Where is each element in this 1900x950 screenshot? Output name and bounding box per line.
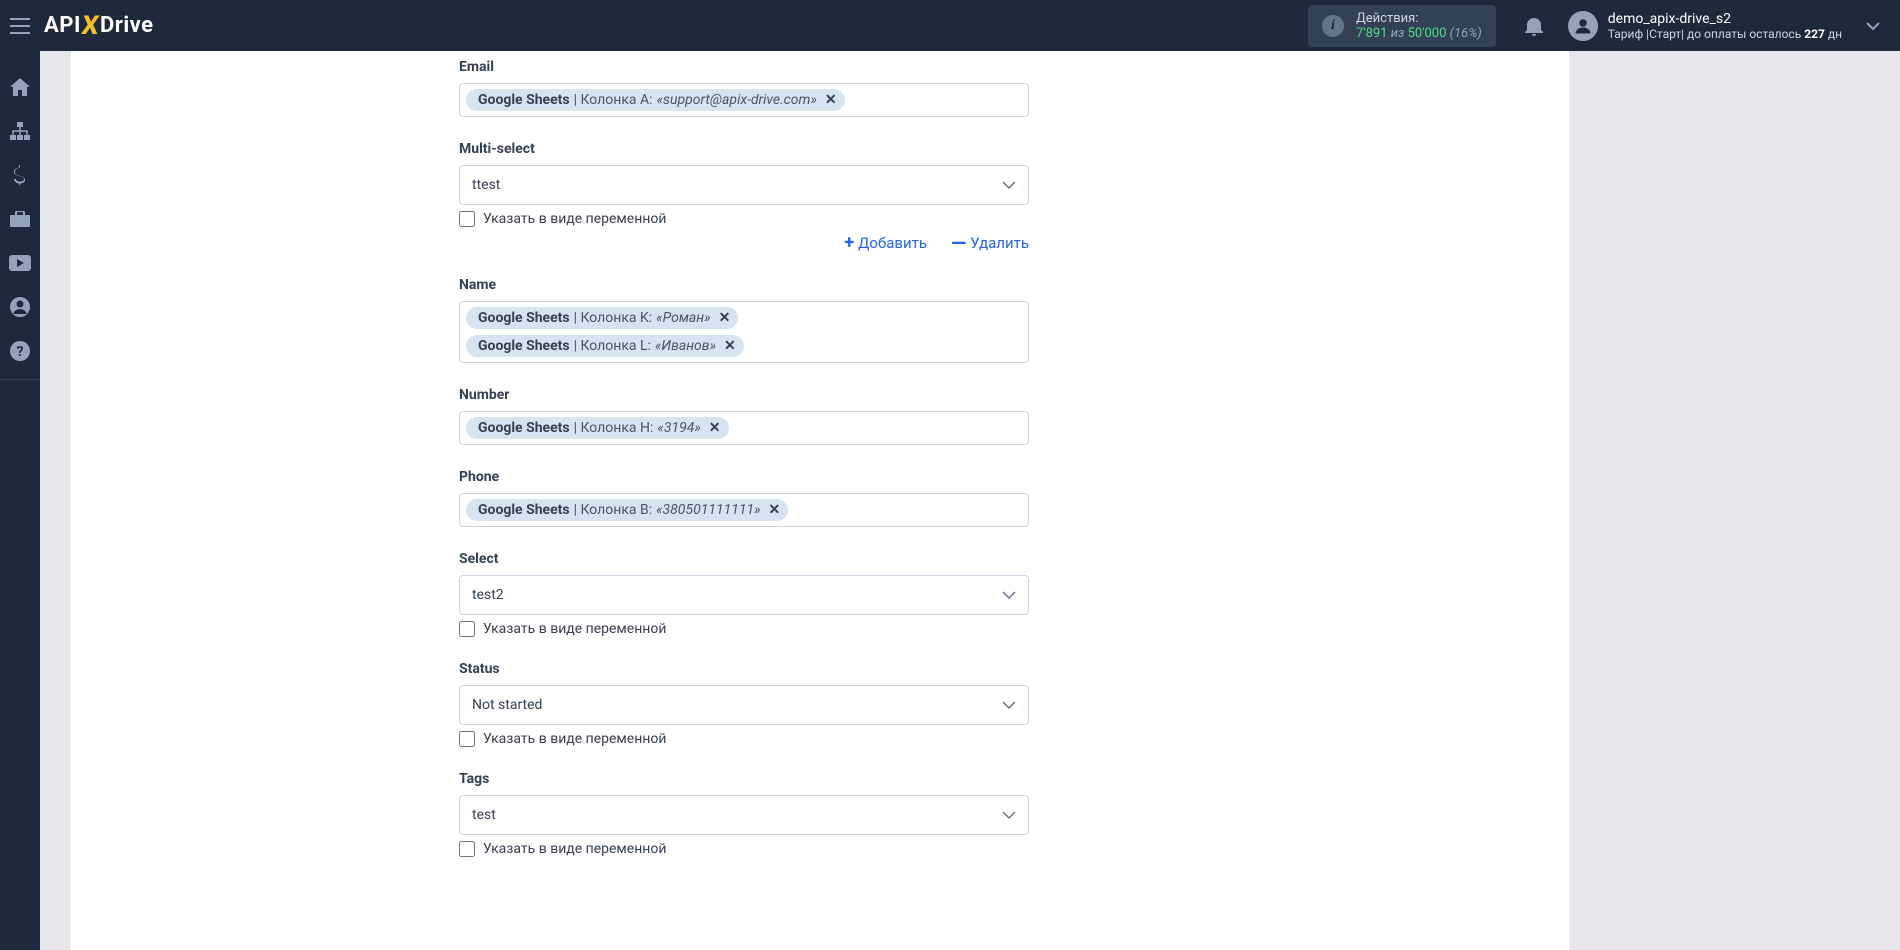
chip: Google Sheets | Колонка H: «3194»✕ (466, 417, 729, 439)
field-label: Multi-select (459, 141, 1029, 157)
add-button[interactable]: +Добавить (844, 233, 927, 253)
status-dropdown[interactable]: Not started (459, 685, 1029, 725)
form-panel: Email Google Sheets | Колонка A: «suppor… (70, 51, 1570, 950)
usage-box[interactable]: i Действия: 7'891 из 50'000 (16%) (1308, 5, 1496, 47)
chip: Google Sheets | Колонка A: «support@apix… (466, 89, 845, 111)
user-menu[interactable]: demo_apix-drive_s2 Тариф |Старт| до опла… (1560, 7, 1888, 45)
variable-checkbox-row: Указать в виде переменной (459, 841, 1029, 857)
sidebar-help[interactable]: ? (0, 331, 40, 371)
info-icon: i (1322, 15, 1344, 37)
chevron-down-icon (1002, 700, 1016, 710)
close-icon[interactable]: ✕ (724, 338, 736, 354)
usage-label: Действия: (1356, 11, 1482, 26)
briefcase-icon (10, 211, 30, 227)
chevron-down-icon (1866, 21, 1880, 31)
notifications-button[interactable] (1516, 16, 1552, 36)
youtube-icon (9, 255, 31, 271)
select-value: test (472, 807, 496, 823)
chevron-down-icon (1002, 590, 1016, 600)
brand-x-icon: X (80, 11, 101, 41)
avatar (1568, 11, 1598, 41)
field-name: Name Google Sheets | Колонка K: «Роман»✕… (459, 277, 1029, 363)
field-tags: Tags test Указать в виде переменной (459, 771, 1029, 857)
variable-checkbox[interactable] (459, 841, 475, 857)
dollar-icon (14, 165, 26, 185)
chip: Google Sheets | Колонка L: «Иванов»✕ (466, 335, 744, 357)
checkbox-label: Указать в виде переменной (483, 211, 666, 227)
multiselect-actions: +Добавить —Удалить (459, 233, 1029, 253)
name-input[interactable]: Google Sheets | Колонка K: «Роман»✕ Goog… (459, 301, 1029, 363)
user-name: demo_apix-drive_s2 (1608, 11, 1842, 27)
delete-button[interactable]: —Удалить (951, 233, 1029, 253)
field-label: Email (459, 59, 1029, 75)
svg-text:?: ? (17, 344, 24, 360)
field-label: Select (459, 551, 1029, 567)
field-multiselect: Multi-select ttest Указать в виде переме… (459, 141, 1029, 253)
select-value: Not started (472, 697, 542, 713)
brand-logo[interactable]: API X Drive (44, 11, 154, 41)
select-dropdown[interactable]: test2 (459, 575, 1029, 615)
question-icon: ? (10, 341, 30, 361)
user-icon (1574, 17, 1592, 35)
plus-icon: + (844, 234, 854, 252)
sitemap-icon (10, 122, 30, 140)
field-status: Status Not started Указать в виде переме… (459, 661, 1029, 747)
variable-checkbox[interactable] (459, 621, 475, 637)
home-icon (10, 78, 30, 96)
chevron-down-icon (1002, 180, 1016, 190)
user-tariff: Тариф |Старт| до оплаты осталось 227 дн (1608, 27, 1842, 41)
bell-icon (1525, 16, 1543, 36)
checkbox-label: Указать в виде переменной (483, 621, 666, 637)
field-label: Tags (459, 771, 1029, 787)
sidebar-account[interactable] (0, 287, 40, 327)
email-input[interactable]: Google Sheets | Колонка A: «support@apix… (459, 83, 1029, 117)
field-email: Email Google Sheets | Колонка A: «suppor… (459, 59, 1029, 117)
variable-checkbox[interactable] (459, 731, 475, 747)
variable-checkbox-row: Указать в виде переменной (459, 621, 1029, 637)
sidebar-divider (0, 379, 40, 380)
variable-checkbox[interactable] (459, 211, 475, 227)
usage-values: 7'891 из 50'000 (16%) (1356, 26, 1482, 41)
variable-checkbox-row: Указать в виде переменной (459, 731, 1029, 747)
topbar: API X Drive i Действия: 7'891 из 50'000 … (0, 0, 1900, 51)
close-icon[interactable]: ✕ (709, 420, 721, 436)
checkbox-label: Указать в виде переменной (483, 841, 666, 857)
number-input[interactable]: Google Sheets | Колонка H: «3194»✕ (459, 411, 1029, 445)
chip: Google Sheets | Колонка B: «380501111111… (466, 499, 788, 521)
chip: Google Sheets | Колонка K: «Роман»✕ (466, 307, 738, 329)
chevron-down-icon (1002, 810, 1016, 820)
phone-input[interactable]: Google Sheets | Колонка B: «380501111111… (459, 493, 1029, 527)
user-circle-icon (10, 297, 30, 317)
field-select: Select test2 Указать в виде переменной (459, 551, 1029, 637)
tags-dropdown[interactable]: test (459, 795, 1029, 835)
close-icon[interactable]: ✕ (719, 310, 731, 326)
field-label: Status (459, 661, 1029, 677)
sidebar-home[interactable] (0, 67, 40, 107)
sidebar-billing[interactable] (0, 155, 40, 195)
hamburger-icon (10, 18, 30, 34)
sidebar-marketplace[interactable] (0, 199, 40, 239)
sidebar: ? (0, 51, 40, 950)
sidebar-video[interactable] (0, 243, 40, 283)
brand-part2: Drive (100, 13, 154, 38)
checkbox-label: Указать в виде переменной (483, 731, 666, 747)
field-label: Name (459, 277, 1029, 293)
brand-part1: API (44, 13, 81, 38)
field-number: Number Google Sheets | Колонка H: «3194»… (459, 387, 1029, 445)
field-label: Number (459, 387, 1029, 403)
close-icon[interactable]: ✕ (825, 92, 837, 108)
sidebar-connections[interactable] (0, 111, 40, 151)
select-value: test2 (472, 587, 504, 603)
select-value: ttest (472, 177, 500, 193)
variable-checkbox-row: Указать в виде переменной (459, 211, 1029, 227)
multiselect-dropdown[interactable]: ttest (459, 165, 1029, 205)
field-phone: Phone Google Sheets | Колонка B: «380501… (459, 469, 1029, 527)
minus-icon: — (951, 233, 966, 253)
close-icon[interactable]: ✕ (769, 502, 781, 518)
field-label: Phone (459, 469, 1029, 485)
menu-toggle[interactable] (0, 0, 40, 51)
